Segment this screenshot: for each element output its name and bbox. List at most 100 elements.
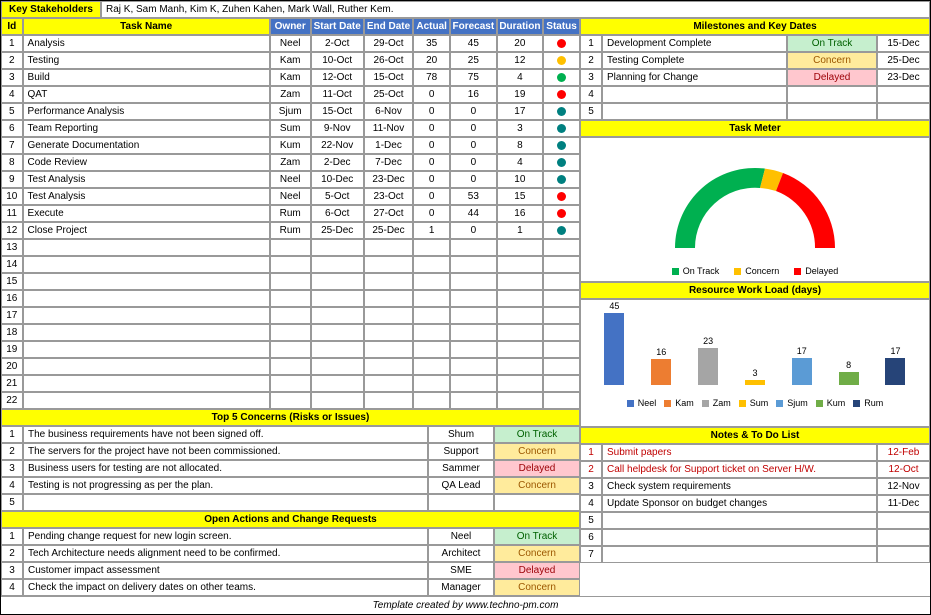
task-row[interactable]: 4 QAT Zam 11-Oct 25-Oct 0 16 19 [1,86,580,103]
task-actual[interactable]: 20 [413,52,450,69]
concern-text[interactable]: The business requirements have not been … [23,426,428,443]
task-name[interactable]: Build [23,69,270,86]
note-row[interactable]: 3 Check system requirements 12-Nov [580,478,930,495]
task-actual[interactable]: 0 [413,137,450,154]
task-actual[interactable]: 0 [413,154,450,171]
concern-text[interactable]: The servers for the project have not bee… [23,443,428,460]
task-actual[interactable]: 78 [413,69,450,86]
action-owner[interactable]: SME [428,562,494,579]
task-actual[interactable]: 0 [413,205,450,222]
concern-row[interactable]: 3 Business users for testing are not all… [1,460,580,477]
task-start[interactable]: 11-Oct [311,86,364,103]
task-start[interactable]: 15-Oct [311,103,364,120]
task-name[interactable]: Team Reporting [23,120,270,137]
milestone-row[interactable]: 3 Planning for Change Delayed 23-Dec [580,69,930,86]
task-actual[interactable]: 0 [413,171,450,188]
task-start[interactable]: 2-Dec [311,154,364,171]
task-start[interactable]: 10-Dec [311,171,364,188]
milestone-row[interactable]: 1 Development Complete On Track 15-Dec [580,35,930,52]
stakeholders-value[interactable]: Raj K, Sam Manh, Kim K, Zuhen Kahen, Mar… [101,1,930,18]
task-owner[interactable]: Sum [270,120,311,137]
concern-owner[interactable]: Sammer [428,460,494,477]
task-owner[interactable]: Neel [270,188,311,205]
task-duration[interactable]: 8 [497,137,544,154]
task-actual[interactable]: 0 [413,188,450,205]
empty-task-row[interactable]: 13 [1,239,580,256]
task-name[interactable]: QAT [23,86,270,103]
note-date[interactable]: 12-Feb [877,444,930,461]
task-start[interactable]: 22-Nov [311,137,364,154]
note-text[interactable]: Submit papers [602,444,877,461]
empty-task-row[interactable]: 20 [1,358,580,375]
milestone-name[interactable]: Testing Complete [602,52,787,69]
task-end[interactable]: 26-Oct [364,52,413,69]
task-duration[interactable]: 15 [497,188,544,205]
task-actual[interactable]: 0 [413,86,450,103]
task-duration[interactable]: 16 [497,205,544,222]
note-row[interactable]: 6 [580,529,930,546]
task-forecast[interactable]: 0 [450,103,497,120]
note-row[interactable]: 1 Submit papers 12-Feb [580,444,930,461]
concern-row[interactable]: 2 The servers for the project have not b… [1,443,580,460]
task-end[interactable]: 25-Dec [364,222,413,239]
task-row[interactable]: 8 Code Review Zam 2-Dec 7-Dec 0 0 4 [1,154,580,171]
milestone-date[interactable]: 25-Dec [877,52,930,69]
task-duration[interactable]: 10 [497,171,544,188]
task-end[interactable]: 7-Dec [364,154,413,171]
task-row[interactable]: 1 Analysis Neel 2-Oct 29-Oct 35 45 20 [1,35,580,52]
empty-task-row[interactable]: 15 [1,273,580,290]
concern-row[interactable]: 1 The business requirements have not bee… [1,426,580,443]
task-forecast[interactable]: 75 [450,69,497,86]
task-name[interactable]: Analysis [23,35,270,52]
task-owner[interactable]: Zam [270,154,311,171]
task-end[interactable]: 27-Oct [364,205,413,222]
task-duration[interactable]: 19 [497,86,544,103]
task-owner[interactable]: Rum [270,222,311,239]
milestone-date[interactable]: 15-Dec [877,35,930,52]
note-date[interactable] [877,512,930,529]
empty-task-row[interactable]: 14 [1,256,580,273]
milestone-row[interactable]: 2 Testing Complete Concern 25-Dec [580,52,930,69]
action-text[interactable]: Customer impact assessment [23,562,428,579]
empty-task-row[interactable]: 21 [1,375,580,392]
concern-row[interactable]: 5 [1,494,580,511]
note-row[interactable]: 7 [580,546,930,563]
task-forecast[interactable]: 44 [450,205,497,222]
task-start[interactable]: 12-Oct [311,69,364,86]
task-row[interactable]: 2 Testing Kam 10-Oct 26-Oct 20 25 12 [1,52,580,69]
task-end[interactable]: 25-Oct [364,86,413,103]
task-duration[interactable]: 17 [497,103,544,120]
note-row[interactable]: 5 [580,512,930,529]
empty-task-row[interactable]: 19 [1,341,580,358]
task-row[interactable]: 10 Test Analysis Neel 5-Oct 23-Oct 0 53 … [1,188,580,205]
concern-owner[interactable]: Shum [428,426,494,443]
task-end[interactable]: 15-Oct [364,69,413,86]
task-forecast[interactable]: 25 [450,52,497,69]
task-actual[interactable]: 1 [413,222,450,239]
task-duration[interactable]: 12 [497,52,544,69]
task-end[interactable]: 23-Oct [364,188,413,205]
concern-owner[interactable]: QA Lead [428,477,494,494]
empty-milestone-row[interactable]: 5 [580,103,930,120]
task-forecast[interactable]: 0 [450,222,497,239]
task-end[interactable]: 1-Dec [364,137,413,154]
action-text[interactable]: Pending change request for new login scr… [23,528,428,545]
task-duration[interactable]: 1 [497,222,544,239]
task-forecast[interactable]: 0 [450,120,497,137]
concern-owner[interactable]: Support [428,443,494,460]
task-owner[interactable]: Neel [270,171,311,188]
task-name[interactable]: Test Analysis [23,171,270,188]
note-text[interactable]: Update Sponsor on budget changes [602,495,877,512]
note-text[interactable] [602,546,877,563]
task-end[interactable]: 11-Nov [364,120,413,137]
task-name[interactable]: Performance Analysis [23,103,270,120]
task-name[interactable]: Test Analysis [23,188,270,205]
concern-text[interactable]: Testing is not progressing as per the pl… [23,477,428,494]
concern-text[interactable]: Business users for testing are not alloc… [23,460,428,477]
task-row[interactable]: 6 Team Reporting Sum 9-Nov 11-Nov 0 0 3 [1,120,580,137]
task-owner[interactable]: Kam [270,52,311,69]
note-date[interactable]: 11-Dec [877,495,930,512]
note-date[interactable] [877,529,930,546]
milestone-date[interactable]: 23-Dec [877,69,930,86]
note-date[interactable]: 12-Nov [877,478,930,495]
